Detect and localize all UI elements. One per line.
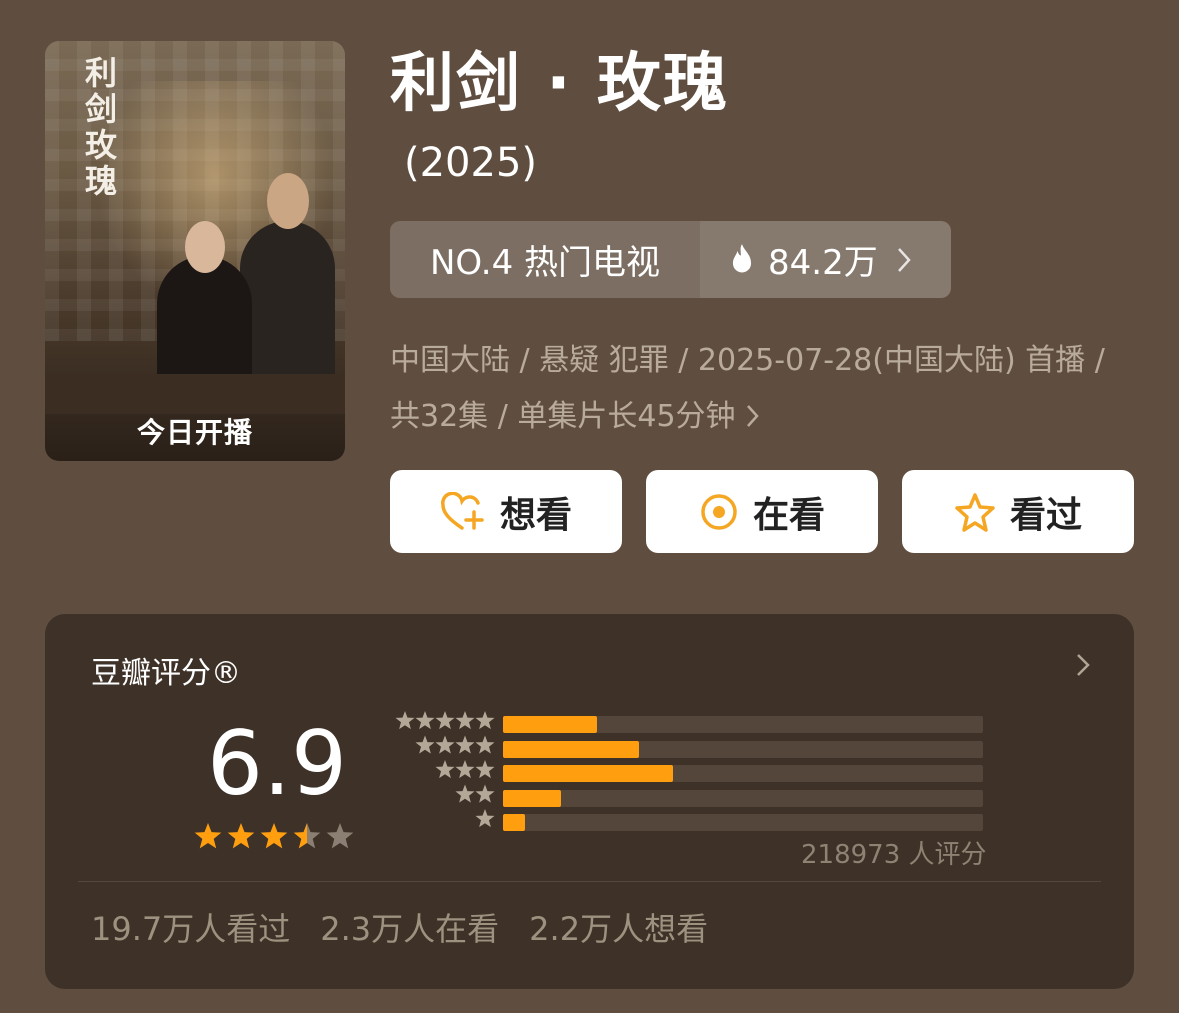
- distribution-star-icon: [475, 809, 495, 828]
- distribution-bar-4-star: [503, 740, 983, 758]
- distribution-bar-fill: [503, 740, 639, 758]
- distribution-star-icon: [455, 735, 475, 754]
- watching-label: 在看: [752, 494, 825, 536]
- watched-button[interactable]: 看过: [902, 470, 1134, 553]
- distribution-bar-fill: [503, 765, 674, 782]
- poster-badge: 今日开播: [136, 416, 253, 449]
- chevron-right-icon[interactable]: [1075, 652, 1091, 678]
- distribution-star-icon: [455, 711, 475, 730]
- distribution-bar-fill: [503, 716, 597, 733]
- distribution-bar-2-star: [503, 789, 983, 807]
- rating-stars: [194, 823, 354, 849]
- distribution-star-icon: [435, 760, 455, 779]
- stat-want: 2.2万人想看: [529, 910, 709, 948]
- distribution-bar-1-star: [503, 814, 983, 831]
- poster[interactable]: 利剑 玫瑰 今日开播: [45, 41, 345, 461]
- distribution-star-icon: [395, 711, 415, 730]
- poster-title-line-2: 玫瑰: [84, 126, 117, 200]
- rating-title: 豆瓣评分®: [91, 656, 241, 691]
- watching-button[interactable]: 在看: [646, 470, 878, 553]
- target-icon: [701, 493, 737, 530]
- star-icon: [293, 823, 321, 849]
- divider: [78, 881, 1101, 882]
- distribution-bar-fill: [503, 814, 525, 831]
- chevron-right-icon: [746, 405, 759, 427]
- meta-info[interactable]: 中国大陆 / 悬疑 犯罪 / 2025-07-28(中国大陆) 首播 / 共32…: [390, 333, 1135, 445]
- poster-title-line-1: 利剑: [84, 54, 117, 128]
- distribution-star-icon: [475, 784, 495, 803]
- stat-watching: 2.3万人在看: [320, 910, 500, 948]
- rating-distribution: [503, 716, 983, 839]
- distribution-star-icon: [475, 760, 495, 779]
- distribution-star-icon: [475, 711, 495, 730]
- distribution-star-icon: [415, 735, 435, 754]
- distribution-star-icon: [415, 711, 435, 730]
- page-title: 利剑 · 玫瑰: [390, 47, 729, 121]
- poster-figure-male-head: [267, 173, 309, 229]
- distribution-star-icon: [435, 735, 455, 754]
- rating-count: 218973 人评分: [801, 840, 987, 870]
- distribution-bar-fill: [503, 789, 561, 807]
- star-icon: [326, 823, 354, 849]
- chevron-right-icon: [897, 247, 911, 272]
- distribution-star-icon: [475, 735, 495, 754]
- distribution-star-icon: [435, 711, 455, 730]
- distribution-bar-3-star: [503, 765, 983, 782]
- heart-plus-icon: [441, 491, 484, 530]
- rating-panel[interactable]: 豆瓣评分® 6.9 218973 人评分 19.7万人看过 2.3万人在看 2.…: [45, 614, 1134, 989]
- want-to-watch-button[interactable]: 想看: [390, 470, 622, 553]
- rank-label: NO.4 热门电视: [390, 221, 700, 298]
- distribution-star-icon: [455, 760, 475, 779]
- poster-title: 利剑 玫瑰: [81, 55, 121, 199]
- distribution-star-labels: [395, 711, 495, 828]
- star-icon: [260, 823, 288, 849]
- distribution-bar-5-star: [503, 716, 983, 733]
- audience-stats: 19.7万人看过 2.3万人在看 2.2万人想看: [91, 904, 708, 950]
- watched-label: 看过: [1009, 494, 1082, 536]
- fire-icon: [732, 243, 752, 272]
- release-year: (2025): [404, 140, 538, 186]
- star-outline-icon: [955, 492, 995, 532]
- poster-figure-female: [157, 256, 252, 381]
- rating-score: 6.9: [207, 712, 347, 815]
- distribution-star-icon: [455, 784, 475, 803]
- want-to-watch-label: 想看: [499, 494, 572, 536]
- poster-figure-female-head: [185, 221, 225, 273]
- heat-indicator[interactable]: 84.2万: [700, 221, 951, 298]
- heat-value: 84.2万: [768, 243, 878, 283]
- star-icon: [194, 823, 222, 849]
- star-icon: [227, 823, 255, 849]
- stat-watched: 19.7万人看过: [91, 910, 291, 948]
- poster-figure-male: [240, 221, 335, 381]
- rank-box[interactable]: NO.4 热门电视 84.2万: [390, 221, 951, 298]
